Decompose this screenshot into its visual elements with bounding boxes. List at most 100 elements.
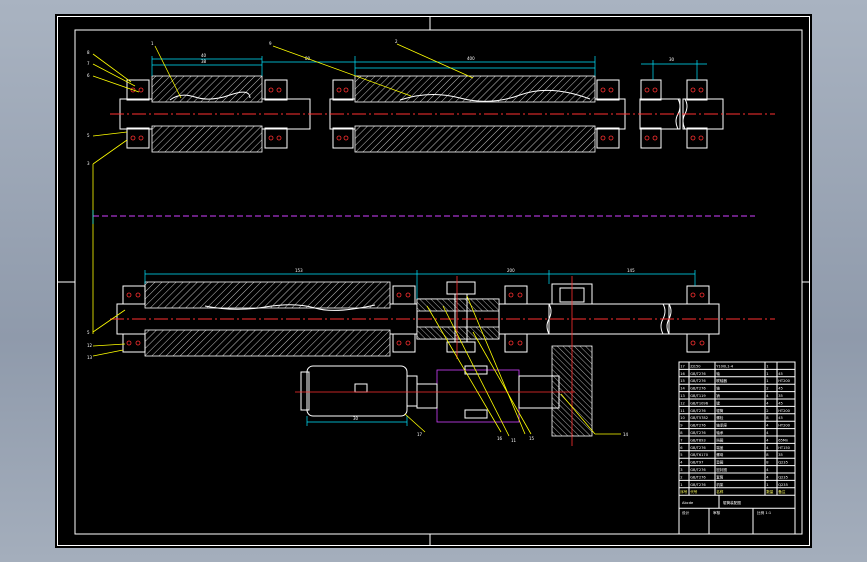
- footer-checker: 审核: [713, 510, 721, 515]
- bom-cell-note: Q235: [778, 475, 788, 479]
- part-label-6: 6: [87, 73, 90, 78]
- bom-cell-code: GB/T276: [690, 483, 706, 487]
- bom-cell-name: 螺母: [716, 452, 724, 457]
- bom-header-qty: 数量: [766, 489, 774, 494]
- bom-header-name: 名称: [716, 489, 724, 494]
- part-label-7: 7: [87, 61, 90, 66]
- title-block: 17 ZJ150 Y100L1-4 116 GB/T276 轴 1 4515 GB/T276 联轴…: [678, 361, 796, 535]
- bom-cell-name: 机架: [716, 482, 724, 487]
- bom-cell-no: 13: [680, 394, 685, 398]
- drawing-sheet[interactable]: 40 38 80 400 30 8 7 6 5 3 1 9 2 153 200 …: [55, 14, 812, 548]
- bom-cell-qty: 4: [766, 475, 769, 479]
- part-label-16: 16: [497, 436, 503, 441]
- part-label-14: 14: [623, 432, 629, 437]
- part-label-b5: 5: [87, 330, 90, 335]
- bom-cell-code: GB/T276: [690, 424, 706, 428]
- bom-cell-note: Q235: [778, 483, 788, 487]
- bom-cell-no: 15: [680, 379, 685, 383]
- part-label-b12: 12: [87, 343, 93, 348]
- bom-header-no: 序号: [680, 489, 688, 494]
- bom-cell-name: 轴承座: [716, 423, 727, 428]
- dim-roll-top-b: 38: [201, 59, 207, 64]
- part-label-2: 2: [395, 39, 398, 44]
- bom-cell-code: GB/T276: [690, 431, 706, 435]
- bom-cell-name: 键: [716, 400, 720, 405]
- part-label-b13: 13: [87, 355, 93, 360]
- bom-cell-no: 4: [680, 461, 683, 465]
- bottom-roller-assembly: 153 200 145 30 5 12 13 16 11 15 14 17: [87, 268, 775, 446]
- signature: Abcde: [682, 501, 694, 505]
- cad-drawing: 40 38 80 400 30 8 7 6 5 3 1 9 2 153 200 …: [57, 16, 810, 546]
- bom-cell-no: 1: [680, 483, 682, 487]
- bom-cell-code: GB/T276: [690, 379, 706, 383]
- bom-cell-name: 辊筒: [716, 408, 724, 413]
- dim-roll-top-a: 40: [201, 53, 207, 58]
- bom-cell-qty: 2: [766, 409, 768, 413]
- bom-cell-code: GB/T276: [690, 387, 706, 391]
- bom-cell-no: 17: [680, 364, 685, 368]
- bom-cell-no: 3: [680, 468, 682, 472]
- bom-cell-qty: 2: [766, 387, 768, 391]
- bom-cell-qty: 4: [766, 401, 769, 405]
- bom-cell-qty: 4: [766, 424, 769, 428]
- bom-cell-code: GB/T893: [690, 438, 706, 442]
- bom-cell-no: 14: [680, 387, 685, 391]
- bom-cell-no: 8: [680, 431, 683, 435]
- bom-cell-name: 轴: [716, 386, 720, 391]
- bom-header-code: 代号: [690, 489, 698, 494]
- bom-cell-name: Y100L1-4: [716, 364, 734, 368]
- bom-cell-note: HT200: [778, 409, 790, 413]
- bom-cell-note: 35: [778, 394, 783, 398]
- part-label-8: 8: [87, 50, 90, 55]
- bom-cell-no: 7: [680, 438, 682, 442]
- bom-cell-no: 2: [680, 475, 682, 479]
- bom-cell-note: 45: [778, 401, 783, 405]
- bom-cell-no: 6: [680, 446, 683, 450]
- part-label-3: 3: [87, 161, 90, 166]
- bom-cell-qty: 1: [766, 372, 768, 376]
- bom-cell-note: Q235: [778, 461, 788, 465]
- dim-right-bottom-span: 145: [627, 268, 635, 273]
- bom-cell-qty: 8: [766, 416, 769, 420]
- bom-cell-name: 端盖: [716, 445, 724, 450]
- bom-cell-qty: 1: [766, 483, 768, 487]
- dim-motor-len: 30: [353, 416, 359, 421]
- bom-cell-name: 密封圈: [716, 467, 727, 472]
- bom-cell-code: ZJ150: [690, 364, 701, 368]
- bom-cell-note: 45: [778, 372, 783, 376]
- bom-cell-name: 螺栓: [716, 415, 724, 420]
- bom-cell-name: 垫圈: [716, 460, 724, 465]
- bom-cell-qty: 8: [766, 453, 769, 457]
- bom-cell-qty: 4: [766, 438, 769, 442]
- dim-right-span: 400: [467, 56, 475, 61]
- bom-cell-code: GB/T276: [690, 446, 706, 450]
- bom-cell-note: HT150: [778, 446, 790, 450]
- bom-cell-no: 12: [680, 401, 685, 405]
- bom-cell-no: 10: [680, 416, 685, 420]
- cad-viewport[interactable]: 40 38 80 400 30 8 7 6 5 3 1 9 2 153 200 …: [0, 0, 867, 562]
- dim-roll-bottom-total: 153: [295, 268, 303, 273]
- bom-cell-note: HT200: [778, 424, 790, 428]
- bom-cell-name: 轴承: [716, 430, 724, 435]
- bom-cell-code: GB/T276: [690, 409, 706, 413]
- bom-cell-code: GB/T276: [690, 468, 706, 472]
- bom-cell-name: 挡圈: [716, 437, 724, 442]
- bom-cell-no: 9: [680, 424, 683, 428]
- bom-cell-name: 联轴器: [716, 378, 727, 383]
- bom-cell-no: 5: [680, 453, 682, 457]
- bom-cell-code: GB/T5782: [690, 416, 708, 420]
- bom-cell-note: 35: [778, 453, 783, 457]
- footer-designer: 设计: [682, 510, 690, 515]
- bom-cell-code: GB/T276: [690, 372, 706, 376]
- dim-mid-span: 200: [507, 268, 515, 273]
- bom-cell-name: 轴: [716, 371, 720, 376]
- motor-gearbox: 30: [295, 365, 575, 426]
- bom-cell-name: 套筒: [716, 474, 724, 479]
- part-label-5: 5: [87, 133, 90, 138]
- part-label-15: 15: [529, 436, 535, 441]
- bom-cell-qty: 4: [766, 468, 769, 472]
- bom-cell-note: 65Mn: [778, 438, 788, 442]
- footer-scale: 比例 1:1: [757, 510, 771, 515]
- drawing-title: 辊筒装配图: [723, 500, 741, 505]
- bom-cell-note: 45: [778, 387, 783, 391]
